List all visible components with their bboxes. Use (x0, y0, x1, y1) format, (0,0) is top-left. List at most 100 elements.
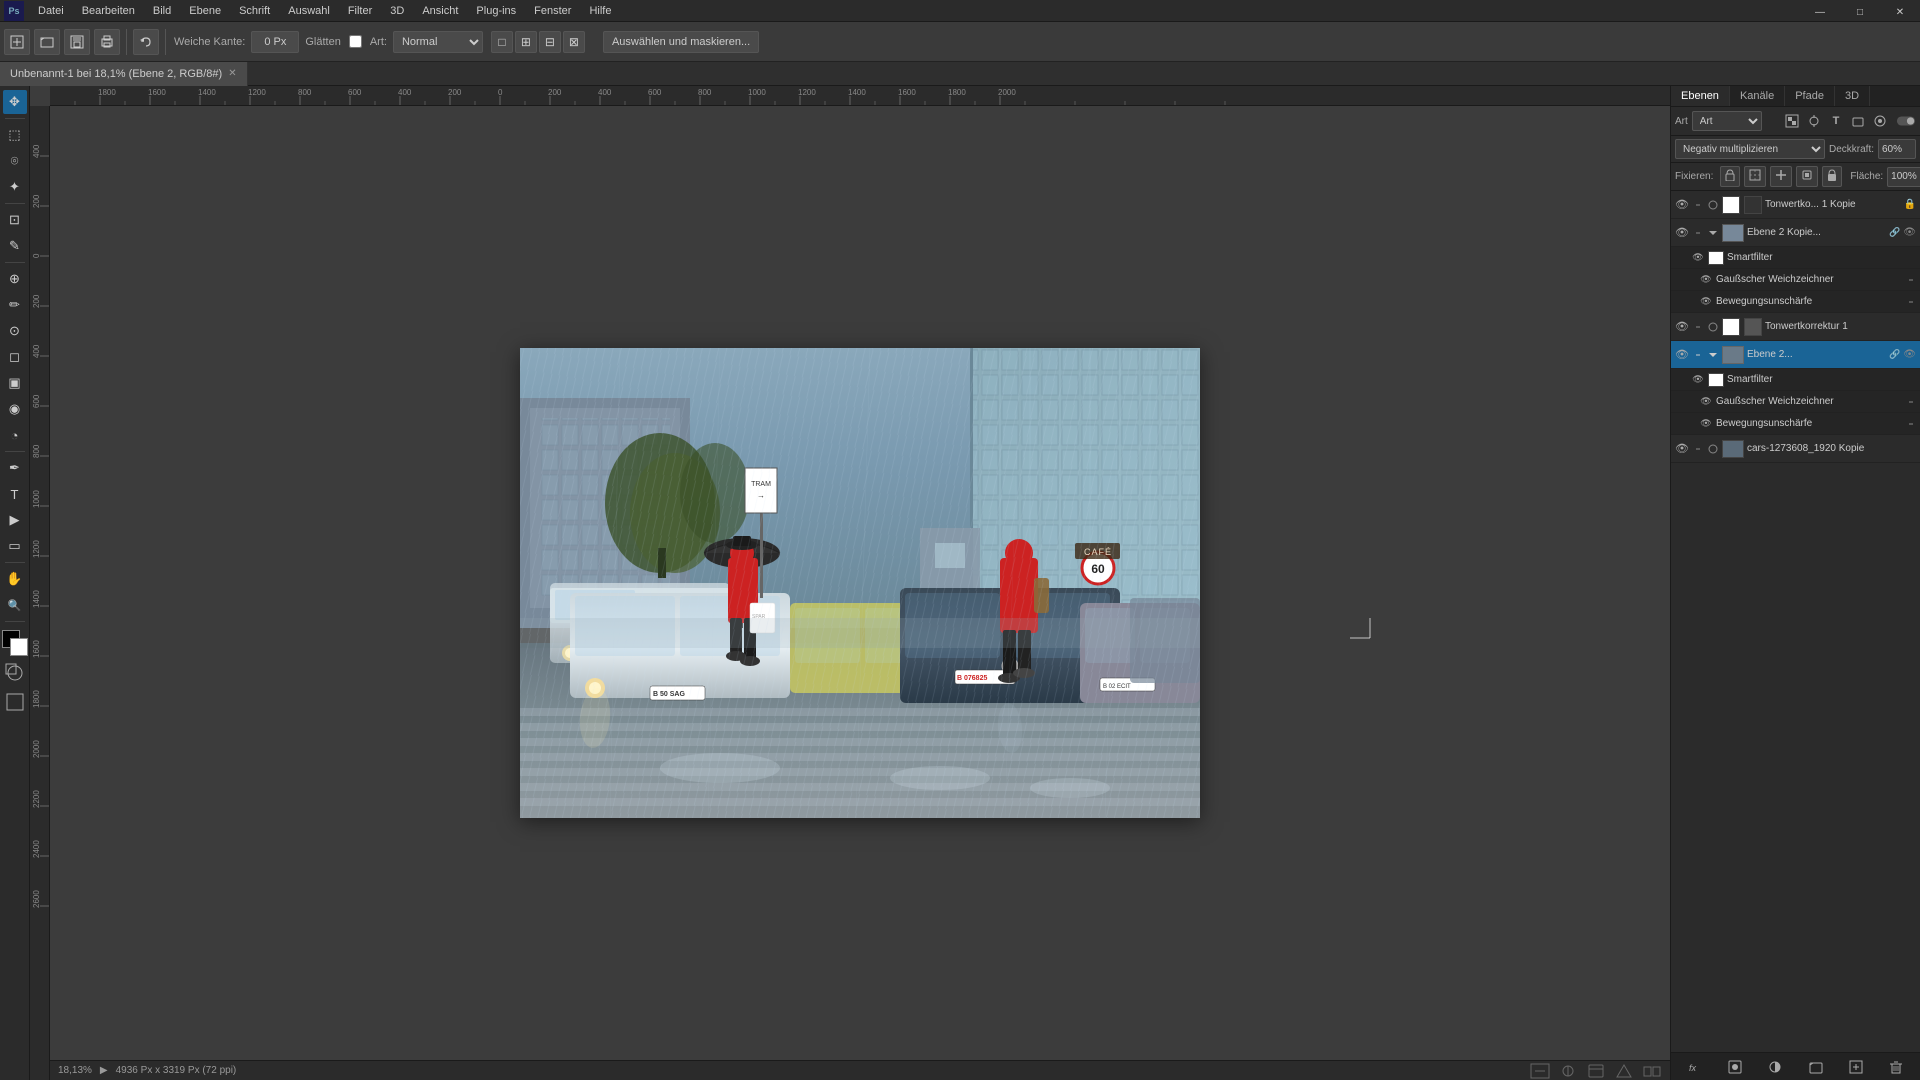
filter-toggle[interactable] (1896, 111, 1916, 131)
vis-smartfilter2[interactable]: 👁 (1691, 374, 1705, 385)
layer-vis-lock-ebene2-kopie[interactable]: 👁 (1903, 227, 1916, 238)
layer-vis-lock-ebene2[interactable]: 👁 (1903, 349, 1916, 360)
visibility-icon-tonwert1[interactable]: 👁 (1675, 320, 1689, 333)
layer-fx-bottom-btn[interactable]: fx (1685, 1057, 1705, 1077)
glatt-checkbox[interactable] (349, 35, 362, 48)
filter-smart-btn[interactable] (1870, 111, 1890, 131)
layer-mask-bottom-btn[interactable] (1725, 1057, 1745, 1077)
sublayer-smartfilter1[interactable]: 👁 Smartfilter (1671, 247, 1920, 269)
save-button[interactable] (64, 29, 90, 55)
vis-bewegungs2[interactable]: 👁 (1699, 418, 1713, 429)
layer-tonwert1[interactable]: 👁 Tonwertkorrektur 1 (1671, 313, 1920, 341)
layer-group-bottom-btn[interactable] (1806, 1057, 1826, 1077)
filter-type-select[interactable]: Art Name Effekt (1692, 111, 1762, 131)
opacity-input[interactable] (1878, 139, 1916, 159)
lock-position-btn[interactable] (1770, 166, 1792, 187)
vis-gauss1[interactable]: 👁 (1699, 274, 1713, 285)
subtract-selection-btn[interactable]: ⊟ (539, 31, 561, 53)
layer-adjustment-bottom-btn[interactable] (1765, 1057, 1785, 1077)
gradient-tool[interactable]: ▣ (3, 371, 27, 395)
vis-bewegungs1[interactable]: 👁 (1699, 296, 1713, 307)
background-color[interactable] (10, 638, 28, 656)
layer-delete-bottom-btn[interactable] (1886, 1057, 1906, 1077)
new-selection-btn[interactable]: □ (491, 31, 513, 53)
vis-gauss2[interactable]: 👁 (1699, 396, 1713, 407)
select-mask-button[interactable]: Auswählen und maskieren... (603, 31, 759, 53)
menu-ansicht[interactable]: Ansicht (414, 3, 466, 19)
eyedropper-tool[interactable]: ✎ (3, 234, 27, 258)
menu-bearbeiten[interactable]: Bearbeiten (74, 3, 143, 19)
open-button[interactable] (34, 29, 60, 55)
layer-ebene2-kopie[interactable]: 👁 Ebene 2 Kopie... 🔗 👁 (1671, 219, 1920, 247)
maximize-button[interactable]: □ (1840, 2, 1880, 22)
visibility-icon-ebene2-kopie[interactable]: 👁 (1675, 226, 1689, 239)
layer-tonwert-kopie[interactable]: 👁 Tonwertko... 1 Kopie 🔒 (1671, 191, 1920, 219)
sublayer-smartfilter2[interactable]: 👁 Smartfilter (1671, 369, 1920, 391)
art-select[interactable]: Normal Auf Ebene (393, 31, 483, 53)
lock-transparent-btn[interactable] (1720, 166, 1740, 187)
color-swatches[interactable] (2, 630, 28, 656)
zoom-tool[interactable]: 🔍 (3, 593, 27, 617)
minimize-button[interactable]: — (1800, 2, 1840, 22)
new-document-button[interactable] (4, 29, 30, 55)
marquee-tool[interactable]: ⬚ (3, 123, 27, 147)
path-select-tool[interactable]: ▶ (3, 508, 27, 532)
vis-smartfilter1[interactable]: 👁 (1691, 252, 1705, 263)
menu-auswahl[interactable]: Auswahl (280, 3, 338, 19)
crop-tool[interactable]: ⊡ (3, 208, 27, 232)
brush-tool[interactable]: ✏ (3, 293, 27, 317)
menu-ebene[interactable]: Ebene (181, 3, 229, 19)
lasso-tool[interactable]: ⌾ (3, 149, 27, 173)
move-tool[interactable]: ✥ (3, 90, 27, 114)
menu-filter[interactable]: Filter (340, 3, 380, 19)
type-tool[interactable]: T (3, 482, 27, 506)
tab-kanaele[interactable]: Kanäle (1730, 86, 1785, 106)
filter-pixel-btn[interactable] (1782, 111, 1802, 131)
quick-mask-btn[interactable] (4, 662, 26, 687)
menu-fenster[interactable]: Fenster (526, 3, 579, 19)
sublayer-gauss2[interactable]: 👁 Gaußscher Weichzeichner (1671, 391, 1920, 413)
layer-cars-kopie[interactable]: 👁 cars-1273608_1920 Kopie (1671, 435, 1920, 463)
close-button[interactable]: ✕ (1880, 2, 1920, 22)
filter-adjust-btn[interactable] (1804, 111, 1824, 131)
filter-text-btn[interactable]: T (1826, 111, 1846, 131)
menu-plugins[interactable]: Plug-ins (468, 3, 524, 19)
add-selection-btn[interactable]: ⊞ (515, 31, 537, 53)
document-tab[interactable]: Unbenannt-1 bei 18,1% (Ebene 2, RGB/8#) … (0, 62, 248, 86)
lock-all-btn[interactable] (1822, 166, 1842, 187)
healing-tool[interactable]: ⊕ (3, 267, 27, 291)
menu-schrift[interactable]: Schrift (231, 3, 278, 19)
sublayer-gauss1[interactable]: 👁 Gaußscher Weichzeichner (1671, 269, 1920, 291)
lock-artboard-btn[interactable] (1796, 166, 1818, 187)
layer-ebene2[interactable]: 👁 Ebene 2... 🔗 👁 (1671, 341, 1920, 369)
clone-stamp-tool[interactable]: ⊙ (3, 319, 27, 343)
hand-tool[interactable]: ✋ (3, 567, 27, 591)
fill-input[interactable] (1887, 167, 1920, 187)
sublayer-bewegungs1[interactable]: 👁 Bewegungsunschärfe (1671, 291, 1920, 313)
intersect-selection-btn[interactable]: ⊠ (563, 31, 585, 53)
undo-button[interactable] (133, 29, 159, 55)
visibility-icon-cars-kopie[interactable]: 👁 (1675, 442, 1689, 455)
blur-tool[interactable]: ◉ (3, 397, 27, 421)
eraser-tool[interactable]: ◻ (3, 345, 27, 369)
menu-datei[interactable]: Datei (30, 3, 72, 19)
visibility-icon-ebene2[interactable]: 👁 (1675, 348, 1689, 361)
filter-shape-btn[interactable] (1848, 111, 1868, 131)
blend-mode-select[interactable]: Negativ multiplizieren Normal Multiplizi… (1675, 139, 1825, 159)
tab-ebenen[interactable]: Ebenen (1671, 86, 1730, 106)
sublayer-bewegungs2[interactable]: 👁 Bewegungsunschärfe (1671, 413, 1920, 435)
shape-tool[interactable]: ▭ (3, 534, 27, 558)
menu-hilfe[interactable]: Hilfe (581, 3, 619, 19)
menu-bild[interactable]: Bild (145, 3, 179, 19)
pen-tool[interactable]: ✒ (3, 456, 27, 480)
tab-3d[interactable]: 3D (1835, 86, 1870, 106)
layer-new-bottom-btn[interactable] (1846, 1057, 1866, 1077)
tab-pfade[interactable]: Pfade (1785, 86, 1835, 106)
dodge-tool[interactable]: ◔ (3, 423, 27, 447)
screen-mode-btn[interactable] (4, 691, 26, 716)
layer-visibility-lock-1[interactable]: 🔒 (1904, 199, 1916, 210)
menu-3d[interactable]: 3D (382, 3, 412, 19)
print-button[interactable] (94, 29, 120, 55)
close-tab-button[interactable]: ✕ (228, 68, 236, 79)
visibility-icon-tonwert-kopie[interactable]: 👁 (1675, 198, 1689, 211)
